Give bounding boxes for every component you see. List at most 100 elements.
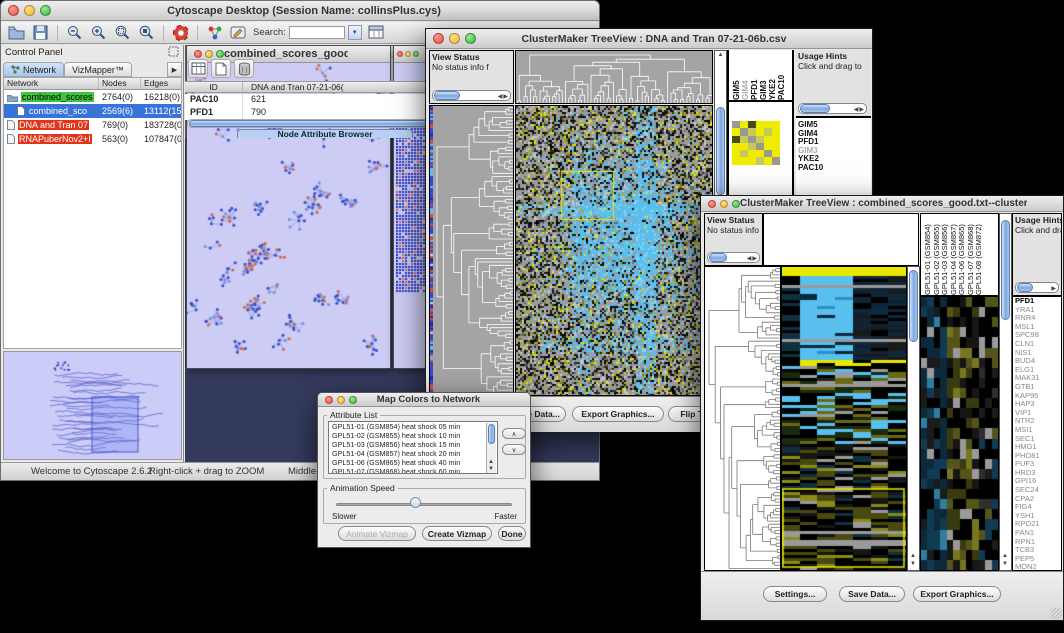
matrix-cell[interactable]	[772, 121, 780, 128]
row-dendrogram[interactable]	[433, 106, 513, 395]
matrix-cell[interactable]	[748, 128, 756, 135]
zoom-fit-icon[interactable]	[113, 23, 132, 42]
zoom-icon[interactable]	[349, 396, 357, 404]
column-label[interactable]: PFD1	[750, 50, 759, 100]
scroll-thumb[interactable]	[709, 253, 727, 262]
export-graphics-button[interactable]: Export Graphics...	[913, 586, 1001, 602]
expression-heatmap-canvas[interactable]	[781, 266, 907, 571]
usage-hints-hscrollbar[interactable]: ▶	[1015, 282, 1059, 293]
col-id[interactable]: ID	[185, 82, 243, 92]
scroll-down-icon[interactable]: ▼	[910, 561, 916, 568]
treeview1-title-bar[interactable]: ClusterMaker TreeView : DNA and Tran 07-…	[426, 29, 872, 49]
gene-label[interactable]: MON2	[1013, 563, 1061, 571]
close-icon[interactable]	[325, 396, 333, 404]
gene-label-list[interactable]: PFD1YRA1RNR4MSL1SPC98CLN1NIS1BUD4ELG1MAK…	[1012, 296, 1062, 571]
matrix-cell[interactable]	[732, 157, 740, 164]
matrix-cell[interactable]	[748, 136, 756, 143]
zoom-icon[interactable]	[216, 50, 224, 58]
tab-overflow-button[interactable]: ▶	[167, 62, 182, 77]
scroll-up-icon[interactable]: ▲	[1002, 553, 1008, 560]
array-label[interactable]: GPL51-08 (GSM872)	[974, 214, 983, 295]
column-label[interactable]: PAC10	[777, 50, 786, 100]
save-data-button[interactable]: Save Data...	[839, 586, 905, 602]
minimize-icon[interactable]	[205, 50, 213, 58]
matrix-cell[interactable]	[740, 121, 748, 128]
new-attribute-icon[interactable]	[211, 59, 231, 78]
scroll-thumb[interactable]	[909, 270, 918, 342]
main-heatmap-canvas[interactable]	[515, 105, 713, 396]
array-label[interactable]: GPL51-03 (GSM856)	[940, 214, 949, 295]
heatmap-vscrollbar[interactable]: ▲ ▼	[907, 266, 920, 571]
matrix-cell[interactable]	[764, 157, 772, 164]
column-label[interactable]: YKE2	[768, 50, 777, 100]
close-icon[interactable]	[708, 200, 716, 208]
zoom-icon[interactable]	[413, 51, 419, 57]
matrix-cell[interactable]	[732, 150, 740, 157]
attribute-item[interactable]: GPL51-06 (GSM865) heat shock 40 min	[329, 458, 497, 467]
network-table-row[interactable]: DNA and Tran 07769(0)183728(0)	[4, 118, 181, 132]
zoom-icon[interactable]	[732, 200, 740, 208]
dialog-title-bar[interactable]: Map Colors to Network	[318, 393, 530, 407]
scroll-arrows[interactable]: ◀▶	[498, 92, 509, 102]
matrix-cell[interactable]	[748, 150, 756, 157]
scroll-down-icon[interactable]: ▼	[1002, 561, 1008, 568]
col-nodes[interactable]: Nodes	[99, 78, 141, 89]
scroll-arrows[interactable]: ◀▶	[747, 254, 758, 264]
attribute-item[interactable]: GPL51-01 (GSM854) heat shock 05 min	[329, 422, 497, 431]
matrix-cell[interactable]	[748, 157, 756, 164]
matrix-cell[interactable]	[740, 157, 748, 164]
matrix-cell[interactable]	[764, 128, 772, 135]
node-attribute-browser-tab[interactable]: Node Attribute Browser	[237, 129, 413, 138]
matrix-cell[interactable]	[772, 136, 780, 143]
vizmapper-icon[interactable]	[205, 23, 224, 42]
secondary-heatmap-canvas[interactable]	[920, 296, 999, 571]
annotation-icon[interactable]	[229, 23, 248, 42]
right-vscrollbar[interactable]: ▲ ▼	[999, 213, 1012, 571]
save-icon[interactable]	[31, 23, 50, 42]
open-folder-icon[interactable]	[7, 23, 26, 42]
matrix-cell[interactable]	[764, 150, 772, 157]
matrix-cell[interactable]	[756, 136, 764, 143]
matrix-cell[interactable]	[748, 143, 756, 150]
speed-slider-thumb[interactable]	[410, 497, 421, 508]
attribute-list[interactable]: GPL51-01 (GSM854) heat shock 05 min GPL51…	[328, 421, 498, 474]
search-input[interactable]	[289, 26, 345, 39]
minimize-icon[interactable]	[449, 33, 460, 44]
matrix-cell[interactable]	[756, 150, 764, 157]
usage-hints-hscrollbar[interactable]: ◀▶	[798, 103, 867, 114]
minimize-icon[interactable]	[720, 200, 728, 208]
scroll-thumb[interactable]	[716, 107, 725, 195]
donebutton[interactable]: Done	[498, 526, 526, 541]
scroll-arrows[interactable]: ◀▶	[854, 105, 865, 115]
matrix-cell[interactable]	[748, 121, 756, 128]
move-up-button[interactable]: ∧	[502, 428, 526, 439]
zoom-icon[interactable]	[40, 5, 51, 16]
grid-network-canvas[interactable]	[396, 116, 426, 294]
matrix-cell[interactable]	[772, 150, 780, 157]
scroll-thumb[interactable]	[434, 91, 460, 100]
matrix-cell[interactable]	[740, 128, 748, 135]
speed-slider-track[interactable]	[336, 503, 512, 506]
minimize-icon[interactable]	[24, 5, 35, 16]
row-dendrogram[interactable]	[704, 266, 781, 571]
scroll-thumb[interactable]	[1001, 220, 1010, 320]
background-network-title-bar[interactable]	[394, 46, 428, 63]
scroll-thumb[interactable]	[1017, 283, 1033, 292]
matrix-cell[interactable]	[740, 136, 748, 143]
column-label[interactable]: GIM5	[732, 50, 741, 100]
close-icon[interactable]	[8, 5, 19, 16]
main-title-bar[interactable]: Cytoscape Desktop (Session Name: collins…	[1, 1, 599, 21]
column-label[interactable]: GIM3	[759, 50, 768, 100]
search-dropdown-icon[interactable]: ▼	[348, 25, 362, 40]
matrix-cell[interactable]	[740, 143, 748, 150]
help-lifesaver-icon[interactable]	[171, 23, 190, 42]
network-table-row[interactable]: RNAPuberNov2+I563(0)107847(0)	[4, 132, 181, 146]
col-network[interactable]: Network	[4, 78, 99, 89]
matrix-cell[interactable]	[772, 143, 780, 150]
matrix-cell[interactable]	[756, 143, 764, 150]
cluster-submatrix[interactable]	[732, 121, 780, 165]
array-label[interactable]: GPL51-06 (GSM865)	[957, 214, 966, 295]
column-dendrogram[interactable]	[515, 50, 713, 104]
settings-button[interactable]: Settings...	[763, 586, 827, 602]
zoom-selected-icon[interactable]	[137, 23, 156, 42]
